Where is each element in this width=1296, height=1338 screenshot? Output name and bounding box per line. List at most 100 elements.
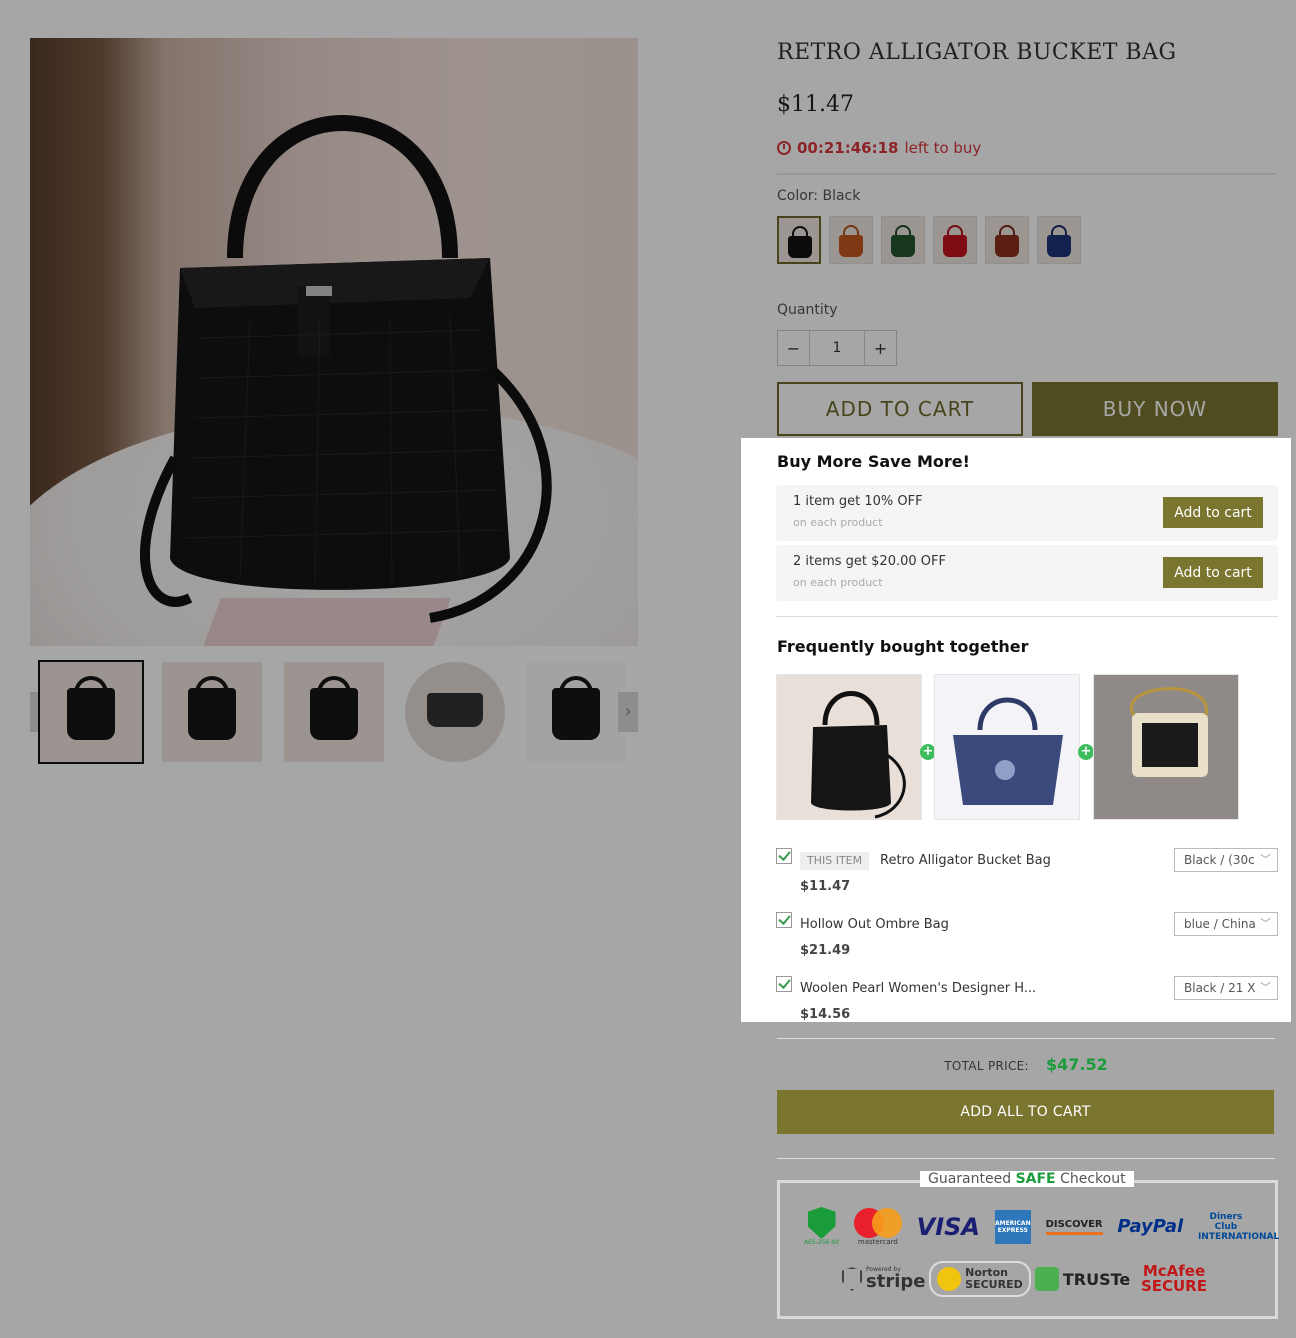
fbt-product-name: Woolen Pearl Women's Designer H... xyxy=(800,981,1037,996)
plus-icon: + xyxy=(1078,744,1094,760)
discount-tier-1: 1 item get 10% OFF on each product Add t… xyxy=(776,485,1278,541)
product-main-image[interactable] xyxy=(30,38,638,646)
variant-value: blue / China xyxy=(1184,917,1256,931)
paypal-icon: PayPal xyxy=(1117,1216,1184,1237)
buy-more-title: Buy More Save More! xyxy=(777,452,970,471)
add-to-cart-button[interactable]: ADD TO CART xyxy=(777,382,1023,436)
fbt-product-price: $11.47 xyxy=(800,879,851,894)
fbt-checkbox-3[interactable] xyxy=(776,976,792,992)
swatch-green[interactable] xyxy=(881,216,925,264)
secure-checkout-title: Guaranteed SAFE Checkout xyxy=(920,1171,1134,1187)
fbt-product-price: $21.49 xyxy=(800,943,851,958)
norton-check xyxy=(937,1267,962,1292)
fbt-checkbox-1[interactable] xyxy=(776,848,792,864)
secure-title-before: Guaranteed xyxy=(928,1171,1012,1187)
thumbnail-4[interactable] xyxy=(405,662,505,762)
quantity-stepper: − + xyxy=(777,330,897,366)
chevron-down-icon: ﹀ xyxy=(1258,977,1271,999)
tier-offer: 1 item get 10% OFF xyxy=(793,494,923,509)
swatch-coffee[interactable] xyxy=(985,216,1029,264)
fbt-variant-select[interactable]: Black / (30c ﹀ xyxy=(1174,848,1278,872)
mastercard-circles xyxy=(853,1207,902,1238)
fbt-variant-select[interactable]: Black / 21 X ﹀ xyxy=(1174,976,1278,1000)
norton-icon: Norton SECURED xyxy=(929,1261,1032,1298)
fbt-variant-select[interactable]: blue / China ﹀ xyxy=(1174,912,1278,936)
tier-note: on each product xyxy=(793,516,883,529)
swatch-brown[interactable] xyxy=(829,216,873,264)
variant-value: Black / 21 X xyxy=(1184,981,1256,995)
fbt-image-pearl-bag[interactable] xyxy=(1093,674,1239,820)
color-swatches xyxy=(777,216,1081,264)
chevron-down-icon: ﹀ xyxy=(1258,849,1271,871)
fbt-title: Frequently bought together xyxy=(777,637,1029,656)
fbt-row-2: Hollow Out Ombre Bag $21.49 blue / China… xyxy=(776,912,1278,962)
discover-icon: DISCOVER xyxy=(1045,1219,1103,1235)
swatch-bag xyxy=(1047,235,1071,257)
stripe-shield xyxy=(842,1267,862,1292)
discount-tier-2: 2 items get $20.00 OFF on each product A… xyxy=(776,545,1278,601)
swatch-red[interactable] xyxy=(933,216,977,264)
tier-add-to-cart-button[interactable]: Add to cart xyxy=(1163,557,1263,588)
next-thumb-arrow[interactable]: › xyxy=(618,692,638,732)
thumbnail-3[interactable] xyxy=(284,662,384,762)
thumbnail-strip: ‹ › xyxy=(30,660,638,764)
norton-label: Norton SECURED xyxy=(965,1266,1023,1292)
bag-body xyxy=(310,688,358,740)
thumbnail-2[interactable] xyxy=(162,662,262,762)
mastercard-icon: mastercard xyxy=(853,1207,902,1246)
this-item-tag: THIS ITEM xyxy=(800,852,870,870)
variant-value: Black / (30c xyxy=(1184,853,1255,867)
add-all-to-cart-button[interactable]: ADD ALL TO CART xyxy=(777,1090,1274,1134)
fbt-checkbox-2[interactable] xyxy=(776,912,792,928)
bucket-bag-image xyxy=(811,691,906,819)
thumbnail-5[interactable] xyxy=(526,662,626,762)
trust-logos: Powered by stripe Norton SECURED TRUSTe … xyxy=(842,1261,1214,1298)
thumbnail-1[interactable] xyxy=(38,660,144,764)
timer-suffix: left to buy xyxy=(904,139,982,157)
bag-bottom xyxy=(427,693,483,727)
chevron-down-icon: ﹀ xyxy=(1258,913,1271,935)
mcafee-icon: McAfee SECURE xyxy=(1140,1262,1207,1296)
divider xyxy=(776,616,1278,617)
swatch-blue[interactable] xyxy=(1037,216,1081,264)
total-label: TOTAL PRICE: xyxy=(944,1059,1029,1073)
secure-title-after: Checkout xyxy=(1060,1171,1126,1187)
stripe-label: stripe xyxy=(866,1271,926,1293)
fbt-product-name: Hollow Out Ombre Bag xyxy=(800,917,949,932)
shield-shape xyxy=(807,1207,836,1239)
fbt-image-bucket-bag[interactable] xyxy=(776,674,922,820)
fbt-image-ombre-bag[interactable] xyxy=(934,674,1080,820)
truste-icon: TRUSTe xyxy=(1034,1267,1130,1292)
fbt-product-name: Retro Alligator Bucket Bag xyxy=(880,853,1051,868)
countdown-timer: 00:21:46:18 left to buy xyxy=(777,139,981,157)
bucket-bag-image xyxy=(140,115,552,623)
quantity-input[interactable] xyxy=(810,331,864,365)
divider xyxy=(777,173,1277,175)
bundle-panel: Buy More Save More! 1 item get 10% OFF o… xyxy=(741,438,1291,1022)
mastercard-label: mastercard xyxy=(857,1237,898,1246)
tier-add-to-cart-button[interactable]: Add to cart xyxy=(1163,497,1263,528)
secure-checkout-badge: Guaranteed SAFE Checkout AES-256 bit mas… xyxy=(777,1171,1280,1319)
payment-logos: AES-256 bit mastercard VISA AMERICAN EXP… xyxy=(804,1207,1280,1246)
pearl-bag-image xyxy=(1129,687,1208,777)
product-price: $11.47 xyxy=(777,92,854,117)
swatch-black[interactable] xyxy=(777,216,821,264)
fbt-row-1: THIS ITEM Retro Alligator Bucket Bag $11… xyxy=(776,848,1278,898)
quantity-increase-button[interactable]: + xyxy=(864,331,896,365)
stripe-text: Powered by stripe xyxy=(866,1267,925,1291)
bag-body xyxy=(552,688,600,740)
stopwatch-icon xyxy=(777,141,791,155)
aes-label: AES-256 bit xyxy=(804,1239,840,1246)
swatch-bag xyxy=(943,235,967,257)
buy-now-button[interactable]: BUY NOW xyxy=(1032,382,1278,436)
swatch-bag xyxy=(995,235,1019,257)
fbt-row-3: Woolen Pearl Women's Designer H... $14.5… xyxy=(776,976,1278,1026)
quantity-decrease-button[interactable]: − xyxy=(778,331,810,365)
total-price: TOTAL PRICE: $47.52 xyxy=(777,1055,1275,1074)
diners-club-icon: Diners Club INTERNATIONAL xyxy=(1197,1211,1280,1242)
ombre-bag-image xyxy=(953,697,1063,805)
tier-offer: 2 items get $20.00 OFF xyxy=(793,554,946,569)
truste-mark xyxy=(1034,1267,1059,1292)
divider xyxy=(777,1038,1275,1039)
swatch-bag xyxy=(788,236,812,258)
